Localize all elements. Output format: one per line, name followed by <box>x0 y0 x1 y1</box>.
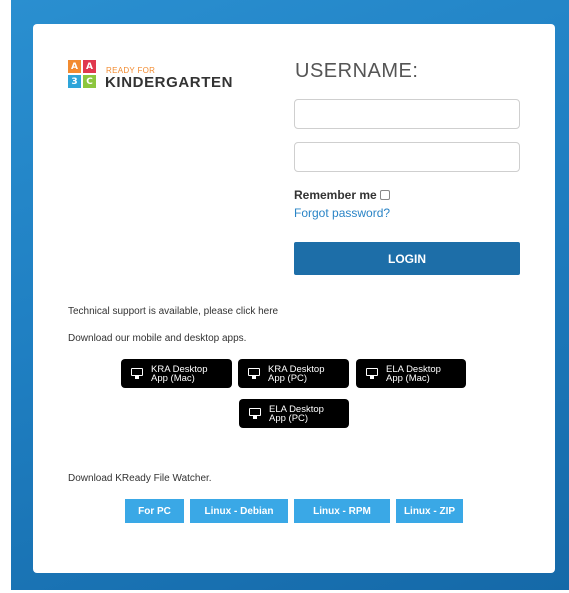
app-button-label: KRA Desktop App (PC) <box>268 363 325 384</box>
kra-desktop-mac-button[interactable]: KRA Desktop App (Mac) <box>121 359 232 388</box>
login-button[interactable]: LOGIN <box>294 242 520 275</box>
app-button-label: KRA Desktop App (Mac) <box>151 363 208 384</box>
app-button-label: ELA Desktop App (PC) <box>269 403 324 424</box>
logo-block-a2: A <box>83 60 96 73</box>
kra-desktop-pc-button[interactable]: KRA Desktop App (PC) <box>238 359 349 388</box>
password-input[interactable] <box>294 142 520 172</box>
forgot-password-link[interactable]: Forgot password? <box>294 206 390 220</box>
logo-block-a1: A <box>68 60 81 73</box>
file-watcher-text: Download KReady File Watcher. <box>68 473 212 484</box>
watcher-linux-rpm-button[interactable]: Linux - RPM <box>294 499 390 523</box>
technical-support-link[interactable]: Technical support is available, please c… <box>68 306 278 317</box>
watcher-pc-button[interactable]: For PC <box>125 499 184 523</box>
ela-desktop-mac-button[interactable]: ELA Desktop App (Mac) <box>356 359 466 388</box>
monitor-icon <box>131 368 143 379</box>
monitor-icon <box>248 368 260 379</box>
logo-block-3: 3 <box>68 75 81 88</box>
login-card: A A 3 C READY FOR KINDERGARTEN USERNAME:… <box>33 24 555 573</box>
ela-desktop-pc-button[interactable]: ELA Desktop App (PC) <box>239 399 349 428</box>
remember-me-label: Remember me <box>294 188 377 202</box>
watcher-linux-zip-button[interactable]: Linux - ZIP <box>396 499 463 523</box>
watcher-linux-debian-button[interactable]: Linux - Debian <box>190 499 288 523</box>
download-apps-text: Download our mobile and desktop apps. <box>68 333 247 344</box>
remember-me-checkbox[interactable] <box>379 190 390 200</box>
monitor-icon <box>366 368 378 379</box>
app-button-label: ELA Desktop App (Mac) <box>386 363 441 384</box>
kindergarten-logo: A A 3 C READY FOR KINDERGARTEN <box>68 60 258 96</box>
monitor-icon <box>249 408 261 419</box>
username-input[interactable] <box>294 99 520 129</box>
logo-block-c: C <box>83 75 96 88</box>
username-heading: USERNAME: <box>295 60 419 82</box>
remember-me: Remember me <box>294 188 390 202</box>
logo-title: KINDERGARTEN <box>105 74 234 91</box>
